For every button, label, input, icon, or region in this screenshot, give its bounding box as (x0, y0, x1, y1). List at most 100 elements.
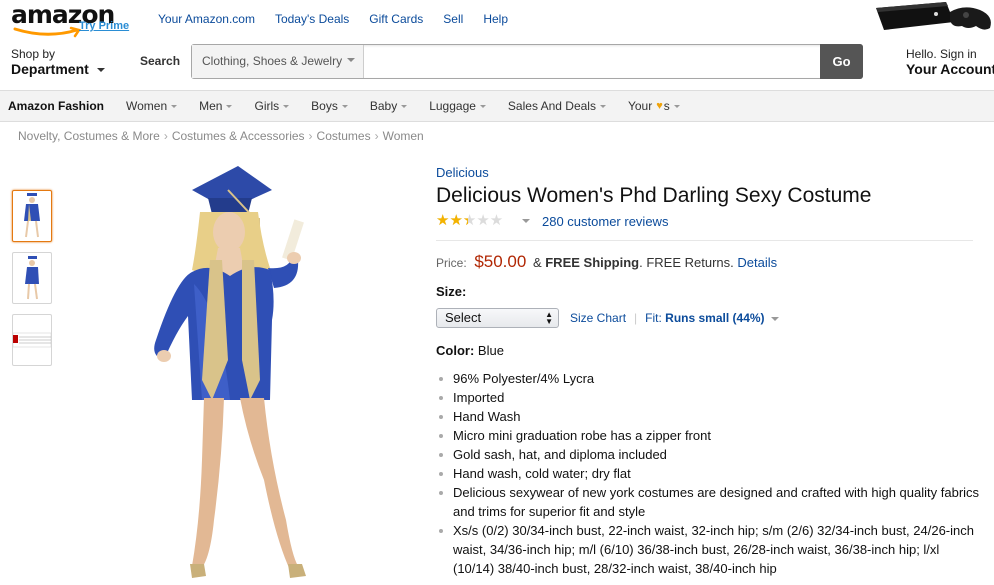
shop-by-label: Shop by (11, 47, 56, 61)
size-select[interactable]: Select ▲ ▼ (436, 308, 559, 328)
chevron-down-icon (673, 104, 680, 108)
nav-girls-label: Girls (254, 99, 280, 113)
chevron-down-icon (171, 104, 178, 108)
top-bar: amazon Try Prime Your Amazon.com Today's… (0, 0, 994, 40)
fit-label: Fit: (645, 311, 662, 325)
select-arrows-icon: ▲ ▼ (545, 310, 553, 326)
top-link-your-amazon[interactable]: Your Amazon.com (158, 12, 255, 26)
nav-luggage[interactable]: Luggage (429, 99, 486, 113)
breadcrumb-separator-icon: › (374, 129, 379, 143)
nav-girls[interactable]: Girls (254, 99, 290, 113)
chevron-down-icon (226, 104, 233, 108)
thumbnail-front-view[interactable] (12, 190, 52, 242)
top-link-help[interactable]: Help (483, 12, 508, 26)
account-menu[interactable]: Hello. Sign in Your Account (906, 47, 994, 77)
size-label: Size: (436, 284, 467, 299)
breadcrumb: Novelty, Costumes & More › Costumes & Acce… (18, 129, 424, 143)
nav-sales-label: Sales And Deals (507, 99, 596, 113)
nav-your-favorites[interactable]: Your ♥ s (628, 99, 680, 113)
top-link-todays-deals[interactable]: Today's Deals (275, 12, 349, 26)
signin-greeting: Hello. Sign in (906, 47, 977, 61)
amazon-logo[interactable]: amazon Try Prime (11, 0, 129, 38)
search-label: Search (140, 54, 181, 68)
price-value: $50.00 (474, 252, 527, 271)
nav-boys-label: Boys (311, 99, 338, 113)
top-links: Your Amazon.com Today's Deals Gift Cards… (158, 12, 508, 26)
heart-icon: ♥ (656, 100, 663, 112)
nav-men[interactable]: Men (199, 99, 233, 113)
rating-row: ★★★★★ ★★★★★ 280 customer reviews (436, 213, 981, 229)
size-chart-link[interactable]: Size Chart (570, 311, 626, 325)
breadcrumb-item[interactable]: Novelty, Costumes & More (18, 129, 160, 143)
main-product-image[interactable] (130, 160, 350, 585)
shop-by-department-menu[interactable]: Shop by Department (11, 47, 105, 77)
size-select-value: Select (445, 310, 482, 325)
fit-value: Runs small (44%) (665, 311, 765, 325)
nav-women[interactable]: Women (126, 99, 178, 113)
top-link-gift-cards[interactable]: Gift Cards (369, 12, 423, 26)
nav-boys[interactable]: Boys (311, 99, 348, 113)
free-shipping-label: FREE Shipping (545, 255, 640, 270)
star-rating-icon[interactable]: ★★★★★ ★★★★★ (436, 213, 516, 228)
chevron-down-icon (341, 104, 348, 108)
search-department-value: Clothing, Shoes & Jewelry (202, 54, 343, 68)
thumbnail-image (13, 332, 51, 348)
color-label: Color: (436, 343, 475, 358)
breadcrumb-item[interactable]: Costumes & Accessories (172, 129, 305, 143)
nav-men-label: Men (199, 99, 223, 113)
search-row: Shop by Department Search Clothing, Shoe… (0, 40, 994, 90)
rating-dropdown-icon[interactable] (522, 219, 530, 223)
go-button[interactable]: Go (820, 44, 863, 79)
feature-bullets: 96% Polyester/4% Lycra Imported Hand Was… (436, 369, 981, 578)
search-department-select[interactable]: Clothing, Shoes & Jewelry (192, 45, 364, 78)
nav-baby[interactable]: Baby (369, 99, 408, 113)
nav-your-label: Your (627, 99, 653, 113)
logo-smile-icon (13, 26, 82, 38)
separator: | (634, 311, 638, 325)
chevron-down-icon (347, 58, 355, 62)
xbox-promo-image[interactable] (876, 0, 994, 34)
color-value: Blue (477, 343, 504, 358)
feature-bullet: Micro mini graduation robe has a zipper … (436, 426, 981, 445)
shipping-details-link[interactable]: Details (737, 255, 777, 270)
product-details: Delicious Delicious Women's Phd Darling … (436, 160, 981, 578)
chevron-down-icon (770, 316, 779, 321)
thumbnail-side-view[interactable] (12, 252, 52, 304)
chevron-down-icon (283, 104, 290, 108)
price-row: Price: $50.00 & FREE Shipping. FREE Retu… (436, 252, 981, 272)
feature-bullet: Xs/s (0/2) 30/34-inch bust, 22-inch wais… (436, 521, 981, 578)
thumbnail-image (24, 193, 40, 238)
divider (436, 240, 973, 241)
feature-bullet: Hand Wash (436, 407, 981, 426)
nav-sales-and-deals[interactable]: Sales And Deals (508, 99, 606, 113)
price-ampersand: & (532, 255, 542, 270)
amazon-fashion-link[interactable]: Amazon Fashion (8, 99, 104, 113)
feature-bullet: Gold sash, hat, and diploma included (436, 445, 981, 464)
brand-link[interactable]: Delicious (436, 165, 981, 180)
department-label: Department (11, 61, 89, 77)
nav-luggage-label: Luggage (429, 99, 476, 113)
category-nav: Amazon Fashion Women Men Girls Boys Baby… (0, 90, 994, 122)
try-prime-link[interactable]: Try Prime (79, 20, 129, 32)
breadcrumb-separator-icon: › (308, 129, 313, 143)
size-row: Select ▲ ▼ Size Chart | Fit: Runs small (… (436, 308, 981, 328)
your-account-label: Your Account (906, 61, 994, 77)
breadcrumb-item[interactable]: Women (383, 129, 424, 143)
breadcrumb-item[interactable]: Costumes (317, 129, 371, 143)
breadcrumb-separator-icon: › (163, 129, 168, 143)
thumbnail-size-chart[interactable] (12, 314, 52, 366)
chevron-down-icon (96, 68, 105, 73)
color-row: Color: Blue (436, 343, 981, 358)
feature-bullet: 96% Polyester/4% Lycra (436, 369, 981, 388)
feature-bullet: Hand wash, cold water; dry flat (436, 464, 981, 483)
search-input[interactable] (365, 45, 819, 78)
nav-baby-label: Baby (369, 99, 398, 113)
free-returns-label: . FREE Returns. (639, 255, 734, 270)
top-link-sell[interactable]: Sell (443, 12, 463, 26)
thumbnail-image (25, 256, 39, 300)
chevron-down-icon (599, 104, 606, 108)
customer-reviews-link[interactable]: 280 customer reviews (542, 214, 668, 229)
nav-women-label: Women (126, 99, 168, 113)
fit-info-link[interactable]: Fit: Runs small (44%) (645, 311, 779, 325)
search-box: Clothing, Shoes & Jewelry Go (191, 44, 863, 79)
